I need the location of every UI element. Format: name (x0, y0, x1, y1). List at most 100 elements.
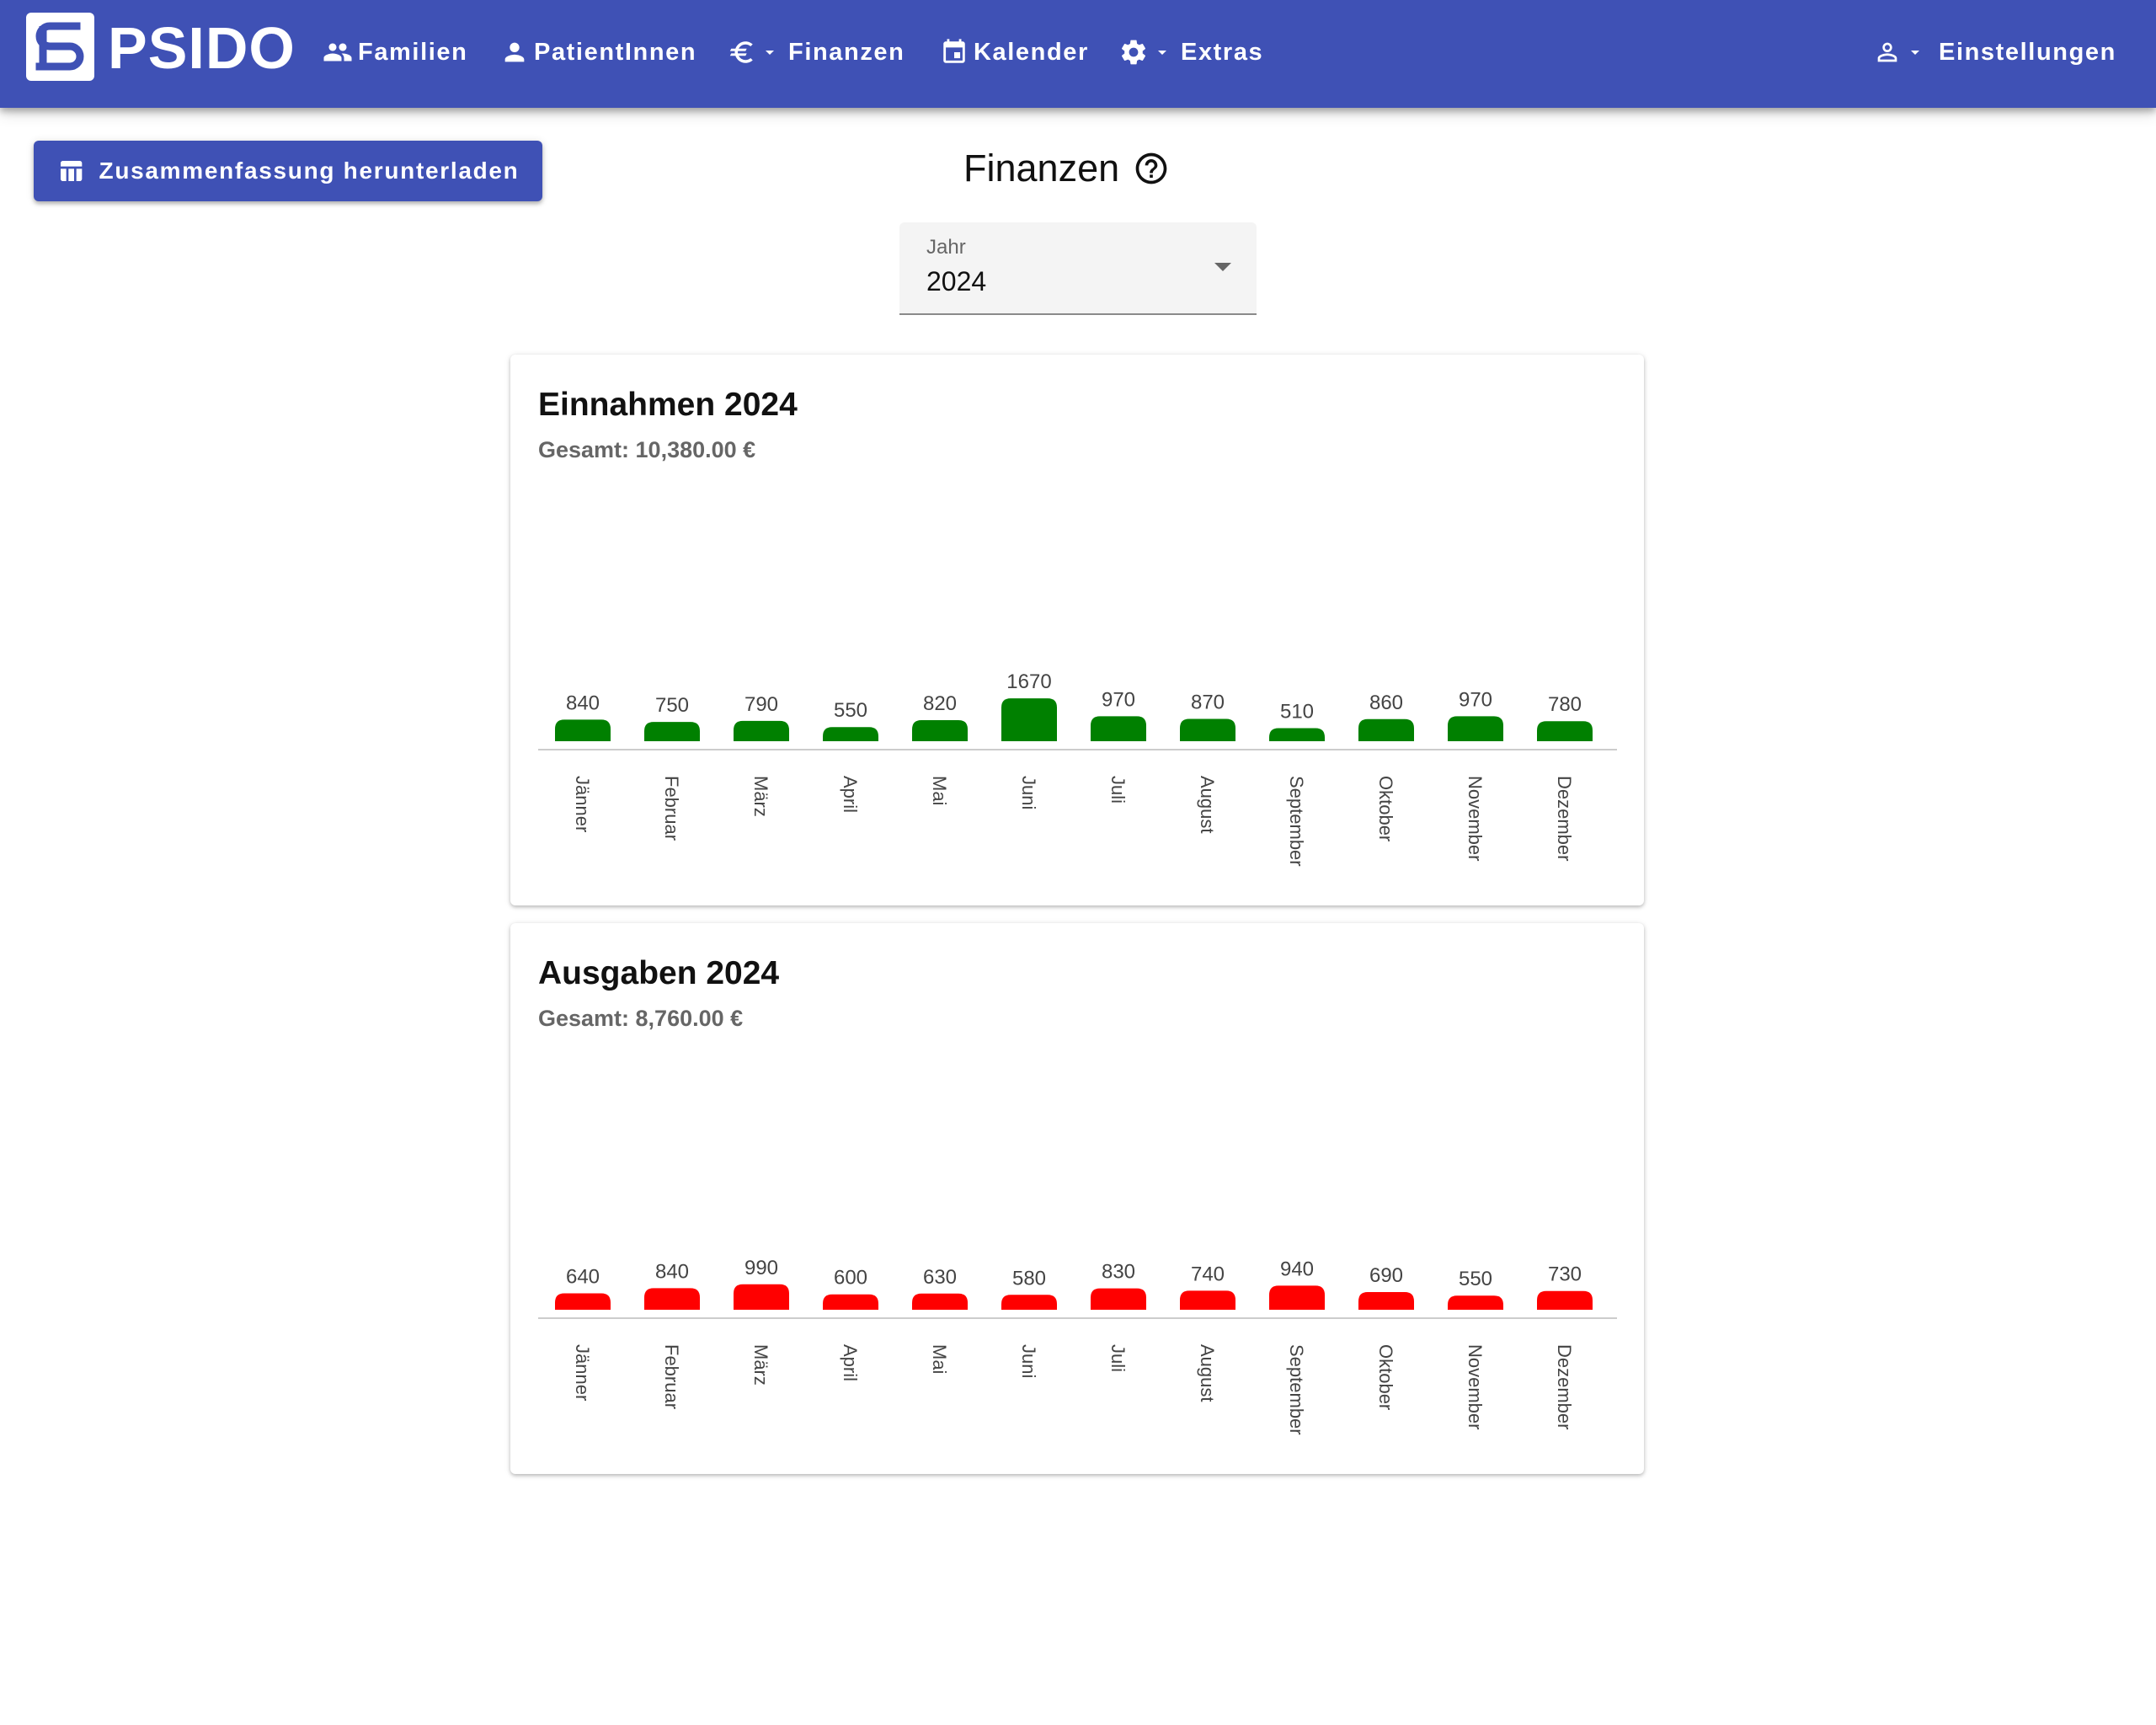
chevron-down-icon (1158, 51, 1166, 55)
income-bar[interactable] (644, 722, 700, 741)
income-bar[interactable] (1358, 718, 1414, 741)
download-summary-button[interactable]: Zusammenfassung herunterladen (34, 141, 542, 201)
person-icon (504, 42, 525, 62)
expense-tick-label: Juli (1107, 1344, 1129, 1372)
expense-bar[interactable] (1180, 1290, 1235, 1310)
expense-bar[interactable] (1448, 1295, 1503, 1310)
nav-familien[interactable]: Familien (323, 30, 467, 74)
expense-bar[interactable] (555, 1293, 611, 1310)
income-data-label: 860 (1369, 692, 1403, 714)
expense-tick-label: April (840, 1344, 861, 1381)
income-bar[interactable] (1269, 728, 1325, 741)
income-data-label: 780 (1548, 693, 1582, 716)
nav-kalender[interactable]: Kalender (940, 30, 1089, 74)
expense-bar[interactable] (912, 1293, 968, 1310)
income-data-label: 970 (1459, 688, 1492, 711)
income-data-label: 870 (1191, 691, 1225, 713)
income-tick-label: Oktober (1375, 776, 1396, 841)
nav-finanzen-label: Finanzen (788, 38, 905, 66)
income-data-label: 1670 (1006, 670, 1051, 693)
income-tick-label: Mai (929, 776, 950, 805)
expense-tick-label: Oktober (1375, 1344, 1396, 1410)
page-title-row: Finanzen (963, 145, 1170, 192)
expense-tick-label: Februar (661, 1344, 682, 1409)
income-tick-label: April (840, 776, 861, 813)
expense-data-label: 550 (1459, 1268, 1492, 1290)
expense-tick-label: Jänner (572, 1344, 593, 1401)
nav-familien-label: Familien (358, 38, 468, 66)
page-title: Finanzen (963, 147, 1120, 190)
brand-name[interactable]: PSIDO (108, 15, 296, 81)
income-tick-label: November (1465, 776, 1486, 861)
income-bar[interactable] (912, 719, 968, 741)
expense-data-label: 740 (1191, 1263, 1225, 1285)
table-icon (60, 161, 82, 181)
help-icon[interactable] (1133, 150, 1170, 187)
income-data-label: 550 (834, 699, 867, 722)
dropdown-arrow-icon (1214, 263, 1231, 271)
expense-data-label: 630 (923, 1266, 957, 1289)
income-bar[interactable] (1091, 716, 1146, 741)
expense-bar[interactable] (644, 1288, 700, 1310)
income-bar[interactable] (1180, 718, 1235, 741)
nav-extras-label: Extras (1181, 38, 1264, 66)
nav-patientinnen[interactable]: PatientInnen (500, 30, 696, 74)
income-data-label: 790 (744, 693, 778, 716)
expense-bar[interactable] (734, 1284, 789, 1310)
expense-card: Ausgaben 2024 Gesamt: 8,760.00 € 640 Jänn… (510, 923, 1644, 1474)
income-tick-label: Jänner (572, 776, 593, 832)
nav-einstellungen[interactable]: Einstellungen (1873, 30, 2116, 74)
expense-tick-label: Juni (1018, 1344, 1039, 1378)
expense-bar[interactable] (1537, 1290, 1593, 1310)
income-data-label: 840 (566, 692, 600, 714)
nav-patientinnen-label: PatientInnen (534, 38, 697, 66)
download-summary-label: Zusammenfassung herunterladen (99, 158, 520, 184)
expense-tick-label: März (750, 1344, 771, 1386)
income-data-label: 750 (655, 694, 689, 717)
expense-tick-label: August (1197, 1344, 1218, 1402)
income-card: Einnahmen 2024 Gesamt: 10,380.00 € 840 Jä… (510, 355, 1644, 905)
income-tick-label: Juli (1107, 776, 1129, 804)
expense-tick-label: November (1465, 1344, 1486, 1429)
app-bar: PSIDO Familien PatientInnen Finanzen Kal… (0, 0, 2156, 108)
expense-tick-label: Dezember (1554, 1344, 1575, 1429)
expense-data-label: 830 (1102, 1261, 1135, 1284)
income-bar[interactable] (823, 727, 878, 741)
expense-data-label: 940 (1280, 1258, 1314, 1280)
year-select-label: Jahr (926, 236, 966, 259)
income-tick-label: Juni (1018, 776, 1039, 809)
income-bar-chart: 840 Jänner 750 Februar 790 März 550 April 820 Mai… (538, 670, 1617, 867)
expense-tick-label: Mai (929, 1344, 950, 1374)
expense-bar[interactable] (1091, 1288, 1146, 1310)
income-bar[interactable] (1537, 721, 1593, 741)
gear-icon (1121, 40, 1146, 65)
year-select-value: 2024 (926, 266, 987, 296)
expense-bar[interactable] (1269, 1285, 1325, 1310)
income-data-label: 970 (1102, 688, 1135, 711)
expense-bar[interactable] (823, 1294, 878, 1310)
nav-kalender-label: Kalender (974, 38, 1089, 66)
income-bar[interactable] (734, 720, 789, 741)
expense-data-label: 730 (1548, 1263, 1582, 1286)
income-bar[interactable] (1001, 698, 1057, 741)
expense-bar-chart: 640 Jänner 840 Februar 990 März 600 April 630 Mai… (538, 1257, 1617, 1435)
income-data-label: 820 (923, 692, 957, 715)
expense-data-label: 690 (1369, 1264, 1403, 1287)
year-select[interactable]: Jahr 2024 (899, 222, 1257, 315)
nav-finanzen[interactable]: Finanzen (728, 30, 905, 74)
income-tick-label: Februar (661, 776, 682, 841)
nav-einstellungen-label: Einstellungen (1939, 38, 2116, 66)
nav-extras[interactable]: Extras (1118, 30, 1263, 74)
calendar-icon (943, 39, 965, 63)
income-tick-label: September (1286, 776, 1307, 867)
income-bar[interactable] (1448, 716, 1503, 741)
expense-tick-label: September (1286, 1344, 1307, 1435)
expense-bar[interactable] (1358, 1291, 1414, 1310)
expense-bar[interactable] (1001, 1295, 1057, 1310)
income-tick-label: August (1197, 776, 1218, 834)
chevron-down-icon (1911, 51, 1919, 55)
income-data-label: 510 (1280, 700, 1314, 723)
person-outline-icon (1877, 42, 1897, 62)
income-bar[interactable] (555, 719, 611, 741)
logo-icon[interactable] (26, 13, 94, 81)
